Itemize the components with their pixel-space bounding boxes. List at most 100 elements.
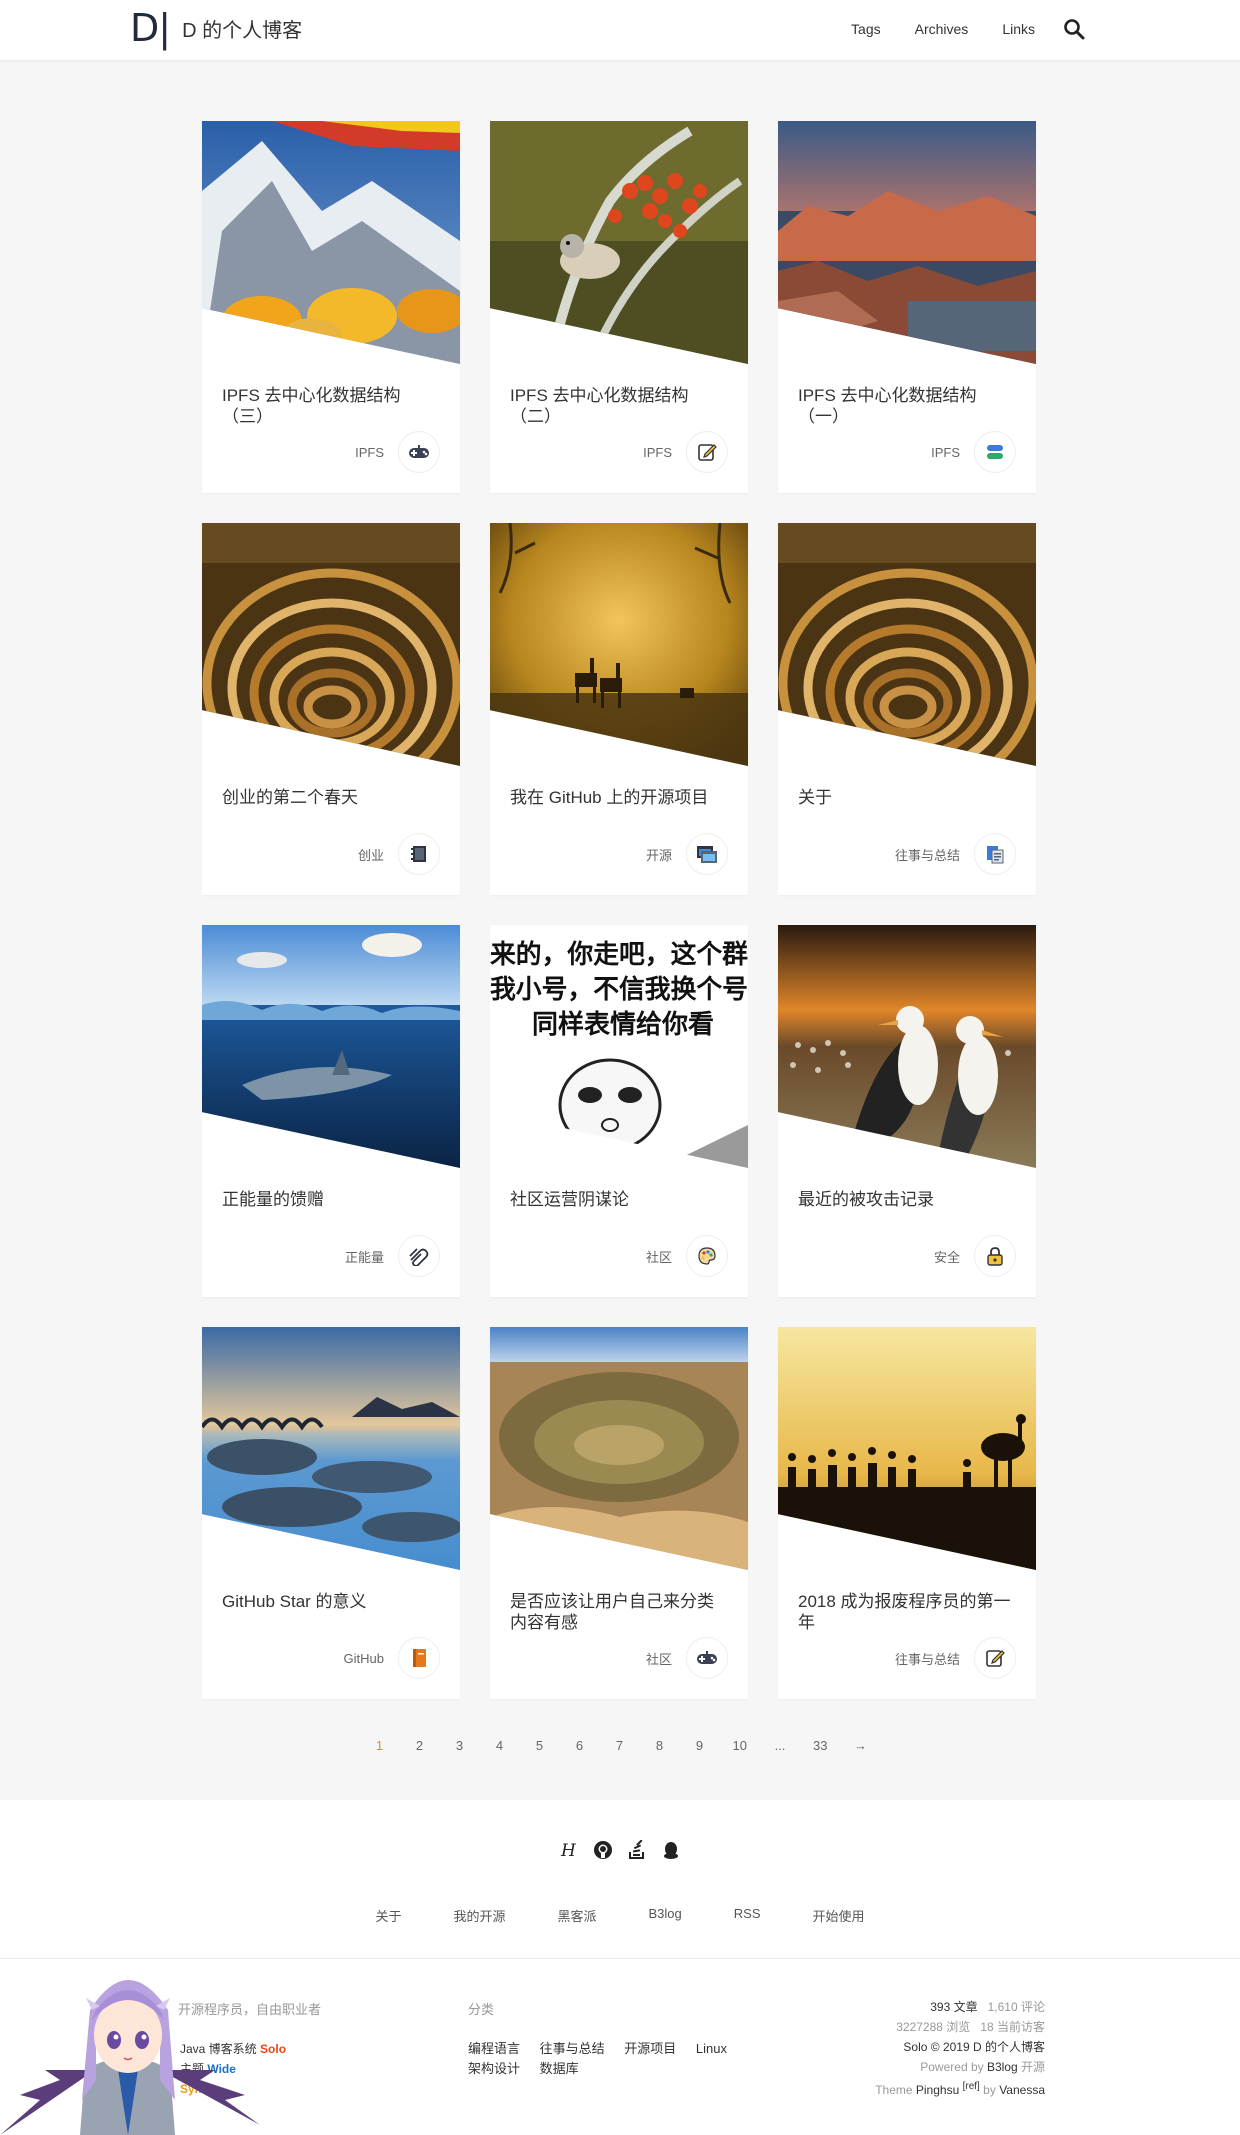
article-card[interactable]: 最近的被攻击记录 安全 [778,925,1036,1297]
article-title[interactable]: IPFS 去中心化数据结构（二） [510,385,730,427]
category-link[interactable]: 往事与总结 [540,2039,605,2059]
article-card[interactable]: 关于 往事与总结 [778,523,1036,895]
author-link[interactable]: Vanessa [999,2083,1045,2097]
article-cover-image[interactable]: 来的，你走吧，这个群 我小号，不信我换个号 同样表情给你看 [490,925,748,1168]
category-link[interactable]: 开源项目 [624,2039,676,2059]
article-tag[interactable]: 正能量 [345,1247,384,1266]
qq-icon[interactable] [659,1838,683,1862]
page-link[interactable]: 3 [453,1738,467,1753]
article-title[interactable]: 社区运营阴谋论 [510,1189,730,1210]
article-cover-image[interactable] [778,1327,1036,1570]
page-link[interactable]: 8 [653,1738,667,1753]
article-cover-image[interactable] [202,523,460,766]
article-card[interactable]: 2018 成为报废程序员的第一年 往事与总结 [778,1327,1036,1699]
footer-link-b3log[interactable]: B3log [649,1906,682,1925]
article-card[interactable]: 是否应该让用户自己来分类内容有感 社区 [490,1327,748,1699]
solo-link[interactable]: Solo [260,2042,286,2056]
article-card[interactable]: IPFS 去中心化数据结构（一） IPFS [778,121,1036,493]
article-tag[interactable]: 安全 [934,1247,960,1266]
notebook-icon[interactable] [398,833,440,875]
category-link[interactable]: Linux [696,2039,727,2059]
article-cover-image[interactable] [778,925,1036,1168]
nav-links[interactable]: Links [1002,21,1035,37]
article-title[interactable]: 是否应该让用户自己来分类内容有感 [510,1591,730,1633]
article-tag[interactable]: 社区 [646,1247,672,1266]
edit-icon[interactable] [686,431,728,473]
article-tag[interactable]: IPFS [643,445,672,460]
site-title[interactable]: D 的个人博客 [182,14,302,43]
footer-link-start[interactable]: 开始使用 [813,1906,865,1925]
article-tag[interactable]: 创业 [358,845,384,864]
window-icon[interactable] [686,833,728,875]
article-tag[interactable]: 社区 [646,1649,672,1668]
page-link[interactable]: 5 [533,1738,547,1753]
article-card[interactable]: GitHub Star 的意义 GitHub [202,1327,460,1699]
article-cover-image[interactable] [490,523,748,766]
article-card[interactable]: 我在 GitHub 上的开源项目 开源 [490,523,748,895]
footer-link-opensource[interactable]: 我的开源 [453,1906,505,1925]
palette-icon[interactable] [686,1235,728,1277]
page-link[interactable]: 6 [573,1738,587,1753]
paperclip-icon[interactable] [398,1235,440,1277]
book-icon[interactable] [398,1637,440,1679]
article-title[interactable]: 正能量的馈赠 [222,1189,442,1210]
nav-tags[interactable]: Tags [851,21,881,37]
mascot-character[interactable] [0,1950,260,2135]
search-icon[interactable] [1063,18,1085,40]
article-cover-image[interactable] [778,121,1036,364]
page-link[interactable]: 9 [693,1738,707,1753]
article-title[interactable]: 创业的第二个春天 [222,787,442,808]
article-cover-image[interactable] [490,121,748,364]
footer-link-hacpai[interactable]: 黑客派 [558,1906,597,1925]
category-link[interactable]: 数据库 [540,2059,579,2079]
page-link-current[interactable]: 1 [373,1738,387,1753]
page-link[interactable]: 10 [733,1738,747,1753]
edit-icon[interactable] [974,1637,1016,1679]
article-tag[interactable]: 往事与总结 [895,1649,960,1668]
theme-ref-link[interactable]: [ref] [963,2081,980,2092]
page-link[interactable]: 2 [413,1738,427,1753]
github-icon[interactable] [591,1838,615,1862]
article-card[interactable]: 来的，你走吧，这个群 我小号，不信我换个号 同样表情给你看 社区运营阴谋论 社区 [490,925,748,1297]
b3log-link[interactable]: B3log [987,2060,1018,2074]
article-card[interactable]: IPFS 去中心化数据结构（三） IPFS [202,121,460,493]
gamepad-icon[interactable] [686,1637,728,1679]
article-tag[interactable]: 往事与总结 [895,845,960,864]
article-title[interactable]: IPFS 去中心化数据结构（三） [222,385,442,427]
article-title[interactable]: 我在 GitHub 上的开源项目 [510,787,730,808]
database-icon[interactable] [974,431,1016,473]
article-title[interactable]: 关于 [798,787,1018,808]
site-logo[interactable]: D| D 的个人博客 [130,7,302,49]
article-card[interactable]: 创业的第二个春天 创业 [202,523,460,895]
article-title[interactable]: 2018 成为报废程序员的第一年 [798,1591,1018,1633]
article-tag[interactable]: GitHub [344,1651,384,1666]
footer-link-about[interactable]: 关于 [375,1906,401,1925]
category-link[interactable]: 架构设计 [468,2059,520,2079]
page-link[interactable]: 7 [613,1738,627,1753]
article-title[interactable]: 最近的被攻击记录 [798,1189,1018,1210]
article-card[interactable]: IPFS 去中心化数据结构（二） IPFS [490,121,748,493]
footer-link-rss[interactable]: RSS [734,1906,761,1925]
hacpai-icon[interactable]: H [557,1838,581,1862]
article-cover-image[interactable] [490,1327,748,1570]
article-tag[interactable]: IPFS [931,445,960,460]
article-card[interactable]: 正能量的馈赠 正能量 [202,925,460,1297]
documents-icon[interactable] [974,833,1016,875]
theme-link[interactable]: Pinghsu [916,2083,959,2097]
page-link[interactable]: 33 [813,1738,827,1753]
category-link[interactable]: 编程语言 [468,2039,520,2059]
article-cover-image[interactable] [778,523,1036,766]
nav-archives[interactable]: Archives [915,21,969,37]
next-page-arrow[interactable]: → [853,1738,867,1753]
article-cover-image[interactable] [202,1327,460,1570]
article-cover-image[interactable] [202,925,460,1168]
gamepad-icon[interactable] [398,431,440,473]
article-tag[interactable]: IPFS [355,445,384,460]
article-cover-image[interactable] [202,121,460,364]
copyright-solo-link[interactable]: Solo [903,2040,927,2054]
article-title[interactable]: IPFS 去中心化数据结构（一） [798,385,1018,427]
article-tag[interactable]: 开源 [646,845,672,864]
stackoverflow-icon[interactable] [625,1838,649,1862]
page-link[interactable]: 4 [493,1738,507,1753]
lock-icon[interactable] [974,1235,1016,1277]
